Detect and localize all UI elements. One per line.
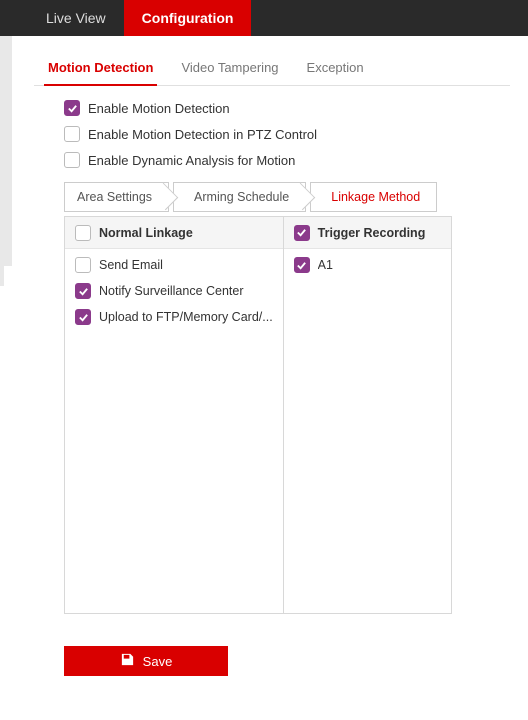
content-area: Motion Detection Video Tampering Excepti… — [0, 36, 528, 676]
top-tab-live-view[interactable]: Live View — [28, 0, 124, 36]
left-sidebar-stub — [0, 266, 4, 286]
linkage-item-label: A1 — [318, 258, 333, 272]
top-nav: Live View Configuration — [0, 0, 528, 36]
checkbox-label: Enable Motion Detection — [88, 101, 230, 116]
checkbox-icon — [294, 257, 310, 273]
save-icon — [120, 652, 135, 670]
linkage-column-normal: Normal Linkage Send Email Notify Surveil… — [65, 217, 284, 613]
checkbox-label: Enable Motion Detection in PTZ Control — [88, 127, 317, 142]
sub-tab-video-tampering[interactable]: Video Tampering — [167, 52, 292, 85]
checkbox-icon — [64, 152, 80, 168]
linkage-item-label: Send Email — [99, 258, 163, 272]
enable-motion-detection-ptz[interactable]: Enable Motion Detection in PTZ Control — [64, 126, 510, 142]
linkage-body: Send Email Notify Surveillance Center Up… — [65, 249, 283, 613]
linkage-header-label: Trigger Recording — [318, 226, 426, 240]
checkbox-icon — [64, 126, 80, 142]
save-button[interactable]: Save — [64, 646, 228, 676]
step-tab-label: Area Settings — [77, 190, 152, 204]
checkbox-icon — [75, 257, 91, 273]
linkage-column-trigger: Trigger Recording A1 — [284, 217, 451, 613]
checkbox-icon — [75, 283, 91, 299]
checkbox-label: Enable Dynamic Analysis for Motion — [88, 153, 295, 168]
checkbox-icon — [75, 225, 91, 241]
save-button-label: Save — [143, 654, 173, 669]
top-tab-label: Configuration — [142, 10, 234, 26]
enable-motion-detection[interactable]: Enable Motion Detection — [64, 100, 510, 116]
linkage-item-label: Notify Surveillance Center — [99, 284, 244, 298]
save-button-wrap: Save — [64, 646, 510, 676]
sub-tab-exception[interactable]: Exception — [293, 52, 378, 85]
linkage-panel: Normal Linkage Send Email Notify Surveil… — [64, 216, 452, 614]
step-tab-label: Linkage Method — [331, 190, 420, 204]
step-tab-bar: Area Settings Arming Schedule Linkage Me… — [64, 182, 510, 212]
enable-options: Enable Motion Detection Enable Motion De… — [64, 100, 510, 168]
checkbox-icon — [75, 309, 91, 325]
step-tab-linkage-method[interactable]: Linkage Method — [310, 182, 437, 212]
step-tab-area-settings[interactable]: Area Settings — [64, 182, 169, 212]
linkage-item-notify-center[interactable]: Notify Surveillance Center — [75, 283, 273, 299]
linkage-item-label: Upload to FTP/Memory Card/... — [99, 310, 273, 324]
enable-dynamic-analysis[interactable]: Enable Dynamic Analysis for Motion — [64, 152, 510, 168]
top-tab-label: Live View — [46, 10, 106, 26]
linkage-header-label: Normal Linkage — [99, 226, 193, 240]
sub-tab-label: Video Tampering — [181, 60, 278, 75]
checkbox-icon — [64, 100, 80, 116]
sub-tab-bar: Motion Detection Video Tampering Excepti… — [34, 46, 510, 86]
top-tab-configuration[interactable]: Configuration — [124, 0, 252, 36]
linkage-body: A1 — [284, 249, 451, 613]
linkage-item-upload-ftp[interactable]: Upload to FTP/Memory Card/... — [75, 309, 273, 325]
checkbox-icon — [294, 225, 310, 241]
sub-tab-label: Motion Detection — [48, 60, 153, 75]
linkage-header-normal[interactable]: Normal Linkage — [65, 217, 283, 249]
left-sidebar-stub — [0, 36, 12, 266]
step-tab-arming-schedule[interactable]: Arming Schedule — [173, 182, 306, 212]
linkage-item-a1[interactable]: A1 — [294, 257, 441, 273]
sub-tab-motion-detection[interactable]: Motion Detection — [34, 52, 167, 85]
sub-tab-label: Exception — [307, 60, 364, 75]
linkage-item-send-email[interactable]: Send Email — [75, 257, 273, 273]
step-tab-label: Arming Schedule — [194, 190, 289, 204]
linkage-header-trigger[interactable]: Trigger Recording — [284, 217, 451, 249]
